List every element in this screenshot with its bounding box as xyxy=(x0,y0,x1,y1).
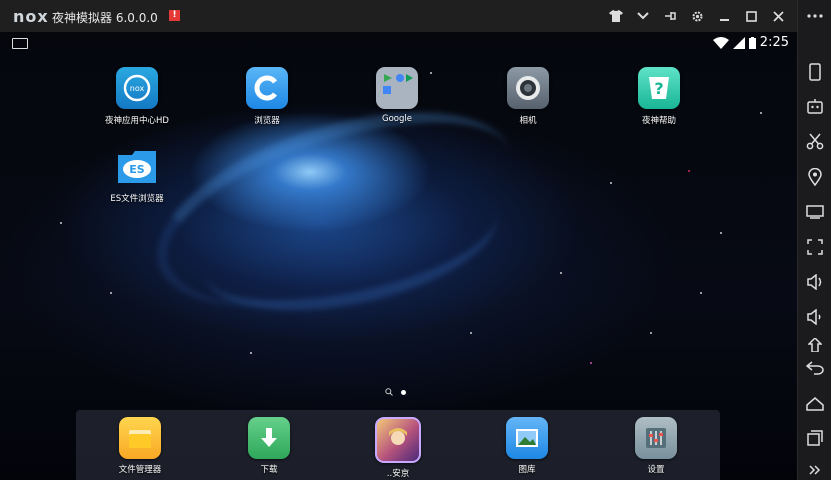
pin-icon[interactable] xyxy=(662,8,678,24)
back-icon[interactable] xyxy=(805,358,825,378)
page-indicator[interactable] xyxy=(385,388,406,396)
android-screen[interactable]: 2:25 nox 夜神应用中心HD 浏览器 Google 相机 ? 夜神帮助 E… xyxy=(0,32,797,480)
volume-up-icon[interactable] xyxy=(805,272,825,292)
google-folder-icon xyxy=(376,67,418,109)
app-nox-help[interactable]: ? 夜神帮助 xyxy=(619,67,699,126)
maximize-icon[interactable] xyxy=(743,8,759,24)
app-nox-app-center[interactable]: nox 夜神应用中心HD xyxy=(97,67,177,126)
keyboard-icon[interactable] xyxy=(805,202,825,222)
svg-text:?: ? xyxy=(654,79,663,98)
home-icon[interactable] xyxy=(805,394,825,414)
gear-icon[interactable] xyxy=(689,8,705,24)
gallery-icon xyxy=(506,417,548,459)
camera-icon xyxy=(507,67,549,109)
dock-app-file-manager[interactable]: 文件管理器 xyxy=(100,417,180,475)
search-icon[interactable] xyxy=(385,388,393,396)
app-browser[interactable]: 浏览器 xyxy=(227,67,307,126)
rotate-icon[interactable] xyxy=(805,62,825,82)
shirt-icon[interactable] xyxy=(608,8,624,24)
nox-logo: nox xyxy=(13,7,49,26)
game-icon xyxy=(375,417,421,463)
robot-icon[interactable] xyxy=(805,96,825,116)
recents-icon[interactable] xyxy=(805,428,825,448)
dock-app-game[interactable]: ..安京 xyxy=(358,417,438,479)
close-icon[interactable] xyxy=(770,8,786,24)
title-bar: nox 夜神模拟器 6.0.0.0 ! xyxy=(0,0,797,32)
signal-icon xyxy=(732,36,745,49)
svg-text:nox: nox xyxy=(130,84,145,93)
status-clock: 2:25 xyxy=(759,35,789,50)
volume-down-icon[interactable] xyxy=(805,307,825,327)
android-status-bar: 2:25 xyxy=(0,32,797,56)
install-apk-icon[interactable] xyxy=(805,338,825,352)
dock-app-settings[interactable]: 设置 xyxy=(616,417,696,475)
expand-icon[interactable] xyxy=(805,460,825,480)
app-camera[interactable]: 相机 xyxy=(488,67,568,126)
notice-badge[interactable]: ! xyxy=(169,10,180,21)
minimize-icon[interactable] xyxy=(716,8,732,24)
settings-icon xyxy=(635,417,677,459)
download-icon xyxy=(248,417,290,459)
battery-icon xyxy=(748,36,756,49)
location-icon[interactable] xyxy=(805,167,825,187)
fullscreen-icon[interactable] xyxy=(805,237,825,257)
wifi-icon xyxy=(712,36,729,49)
app-es-file-explorer[interactable]: ES ES文件浏览器 xyxy=(97,145,177,204)
dock: 文件管理器 下载 ..安京 图库 设置 xyxy=(76,410,720,480)
dock-app-download[interactable]: 下载 xyxy=(229,417,309,475)
keyboard-icon xyxy=(12,38,28,49)
more-icon[interactable] xyxy=(805,6,825,26)
chevron-down-icon[interactable] xyxy=(635,8,651,24)
window-title: 夜神模拟器 6.0.0.0 xyxy=(52,11,158,25)
help-icon: ? xyxy=(638,67,680,109)
svg-text:ES: ES xyxy=(129,163,145,176)
page-dot[interactable] xyxy=(401,389,406,395)
dock-app-gallery[interactable]: 图库 xyxy=(487,417,567,475)
folder-icon xyxy=(119,417,161,459)
app-google-folder[interactable]: Google xyxy=(357,67,437,124)
es-file-explorer-icon: ES xyxy=(116,145,158,187)
scissors-icon[interactable] xyxy=(805,132,825,152)
nox-app-center-icon: nox xyxy=(116,67,158,109)
browser-icon xyxy=(246,67,288,109)
nox-sidebar xyxy=(797,0,831,480)
